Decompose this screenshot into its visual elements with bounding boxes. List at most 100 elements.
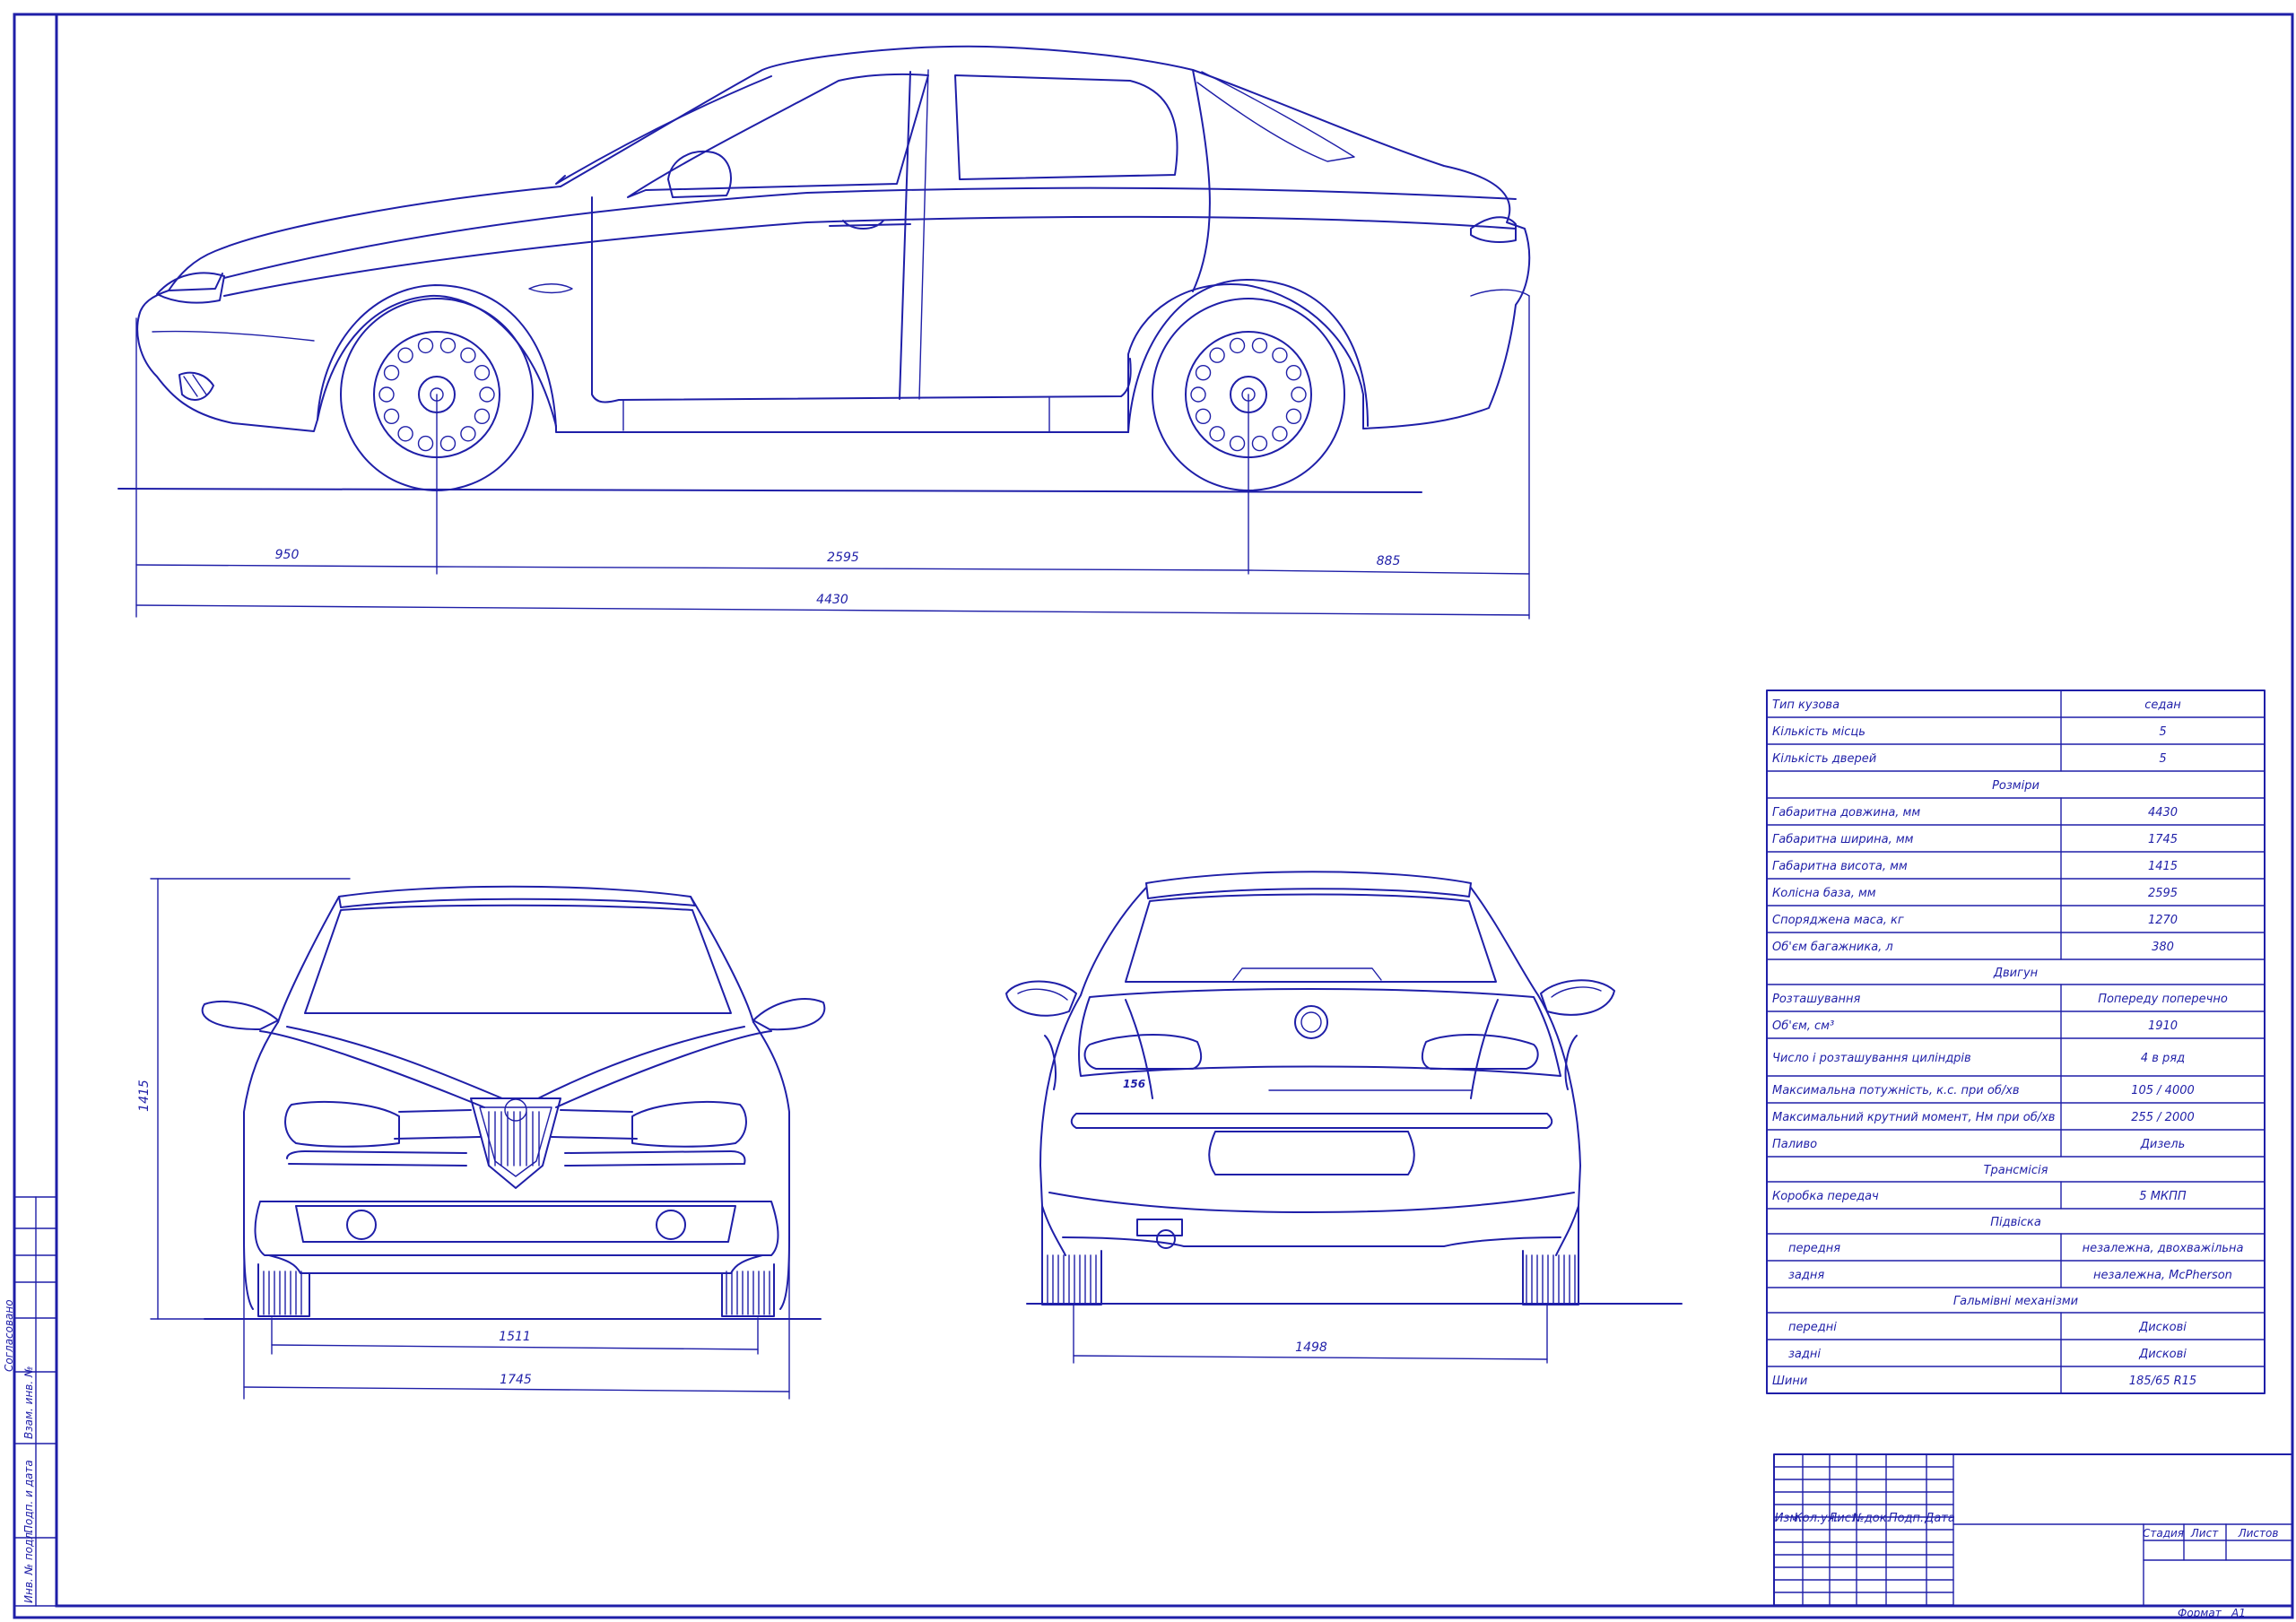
table-cell-value: Дискові — [2138, 1348, 2187, 1361]
wheel-hole — [1251, 337, 1268, 354]
table-cell-label: задні — [1788, 1348, 1821, 1361]
table-cell-value: незалежна, McPherson — [2093, 1269, 2232, 1282]
table-cell-value: незалежна, двохважільна — [2083, 1242, 2244, 1255]
table-cell-value: 1910 — [2148, 1019, 2178, 1033]
side-view: 950 2595 885 4430 — [117, 45, 1531, 620]
wheel-hole — [479, 386, 495, 403]
wheel-hole — [460, 426, 476, 442]
table-cell-value: 5 МКПП — [2139, 1190, 2187, 1203]
table-cell-label: Габаритна висота, мм — [1772, 860, 1908, 873]
table-cell-value: Дискові — [2138, 1321, 2187, 1334]
wheel-hole — [1285, 365, 1302, 381]
stage-label-2: Листов — [2238, 1527, 2279, 1540]
wheel-hole — [1209, 347, 1225, 363]
table-cell-value: 380 — [2152, 941, 2174, 954]
wheel-hole — [1251, 435, 1268, 452]
table-cell-value: 4430 — [2148, 806, 2178, 820]
side-strip: Согласовано Взам. инв. № Подп. и дата Ин… — [3, 1196, 57, 1607]
side-label-agreed: Согласовано — [3, 1299, 15, 1372]
wheel-hole — [1229, 435, 1246, 452]
table-cell-label: Розташування — [1772, 993, 1860, 1006]
wheel-hole — [439, 435, 457, 452]
table-section: Розміри — [1992, 779, 2039, 793]
outer-frame — [13, 13, 2294, 1619]
dim-overall-length: 4430 — [816, 593, 848, 607]
side-label-inv: Инв. № подл. — [22, 1529, 35, 1603]
table-cell-value: 2595 — [2148, 887, 2178, 900]
table-cell-value: 5 — [2159, 752, 2166, 766]
wheel-hole — [474, 408, 491, 424]
table-cell-label: Коробка передач — [1772, 1190, 1879, 1203]
wheel-hole — [1195, 365, 1212, 381]
side-label-sign: Подп. и дата — [22, 1460, 35, 1533]
table-section: Двигун — [1993, 967, 2039, 980]
wheel-hole — [460, 347, 476, 363]
wheel-hole — [397, 347, 413, 363]
table-cell-value: 1415 — [2148, 860, 2178, 873]
grille-bars — [488, 1111, 540, 1167]
title-block-grid: Изм.Кол.уч.Лист№док.Подп. Дата — [1773, 1453, 1955, 1607]
table-cell-value: 4 в ряд — [2141, 1052, 2185, 1065]
table-cell-value: 105 / 4000 — [2131, 1084, 2195, 1097]
wheel-hole — [383, 365, 400, 381]
wheel-hole — [1272, 426, 1288, 442]
wheel-hole — [397, 426, 413, 442]
table-cell-label: Габаритна ширина, мм — [1772, 833, 1914, 846]
model-badge: 156 — [1123, 1078, 1145, 1090]
front-view: 1415 1511 1745 — [137, 878, 826, 1400]
table-section: Підвіска — [1990, 1216, 2041, 1229]
wheel-hole — [1285, 408, 1302, 424]
tb-col-label: Подп. — [1889, 1512, 1924, 1525]
table-cell-label: Шини — [1772, 1375, 1807, 1388]
table-cell-label: Споряджена маса, кг — [1772, 914, 1904, 927]
table-cell-label: Максимальна потужність, к.с. при об/хв — [1772, 1084, 2020, 1097]
wheel-hole — [474, 365, 491, 381]
format-value: A1 — [2231, 1607, 2246, 1619]
table-cell-value: 1745 — [2148, 833, 2178, 846]
table-cell-label: Об'єм багажника, л — [1772, 941, 1893, 954]
wheel-hole — [1291, 386, 1307, 403]
wheel-hole — [1209, 426, 1225, 442]
table-cell-label: Габаритна довжина, мм — [1772, 806, 1920, 820]
dim-overall-width: 1745 — [500, 1373, 532, 1387]
wheel-hole — [1229, 337, 1246, 354]
table-cell-value: Дизель — [2140, 1138, 2186, 1151]
table-cell-label: задня — [1788, 1269, 1824, 1282]
stage-label-0: Стадия — [2143, 1527, 2184, 1540]
dim-front-track: 1511 — [499, 1330, 531, 1344]
table-cell-label: Колісна база, мм — [1772, 887, 1876, 900]
spec-table: Тип кузова седан Кількість місць 5 Кількість… — [1766, 690, 2266, 1394]
wheel-hole — [1190, 386, 1206, 403]
side-label-replace: Взам. инв. № — [22, 1366, 35, 1439]
table-cell-value: 185/65 R15 — [2129, 1375, 2196, 1388]
table-cell-label: передня — [1788, 1242, 1840, 1255]
stage-label-1: Лист — [2190, 1527, 2219, 1540]
table-cell-value: 5 — [2159, 725, 2166, 739]
wheel-hole — [417, 337, 434, 354]
table-cell-label: передні — [1788, 1321, 1837, 1334]
front-tire-treads — [263, 1271, 770, 1315]
drawing-sheet: Согласовано Взам. инв. № Подп. и дата Ин… — [3, 13, 2294, 1619]
table-cell-label: Максимальний крутний момент, Нм при об/х… — [1772, 1111, 2055, 1124]
rear-tire-treads — [1047, 1254, 1576, 1304]
tb-col-label: №док. — [1851, 1512, 1890, 1525]
dim-rear-overhang: 885 — [1377, 554, 1401, 568]
table-cell-label: Кількість місць — [1772, 725, 1866, 739]
wheel-hole — [378, 386, 395, 403]
table-cell-label: Паливо — [1772, 1138, 1817, 1151]
table-cell-value: Попереду поперечно — [2098, 993, 2228, 1006]
inner-frame — [55, 13, 2294, 1608]
table-cell-value: 1270 — [2148, 914, 2178, 927]
tb-col-label: Дата — [1924, 1512, 1955, 1525]
dim-front-overhang: 950 — [275, 548, 300, 562]
table-cell-value: 255 / 2000 — [2131, 1111, 2195, 1124]
wheel-hole — [383, 408, 400, 424]
rear-view: 156 1498 — [1005, 871, 1683, 1364]
table-cell-label: Об'єм, см³ — [1772, 1019, 1834, 1033]
table-section: Гальмівні механізми — [1953, 1295, 2078, 1308]
wheel-hole — [1272, 347, 1288, 363]
table-section: Трансмісія — [1984, 1164, 2048, 1177]
format-label: Формат — [2178, 1607, 2222, 1619]
table-cell-label: Тип кузова — [1772, 698, 1839, 712]
table-cell-label: Кількість дверей — [1772, 752, 1876, 766]
